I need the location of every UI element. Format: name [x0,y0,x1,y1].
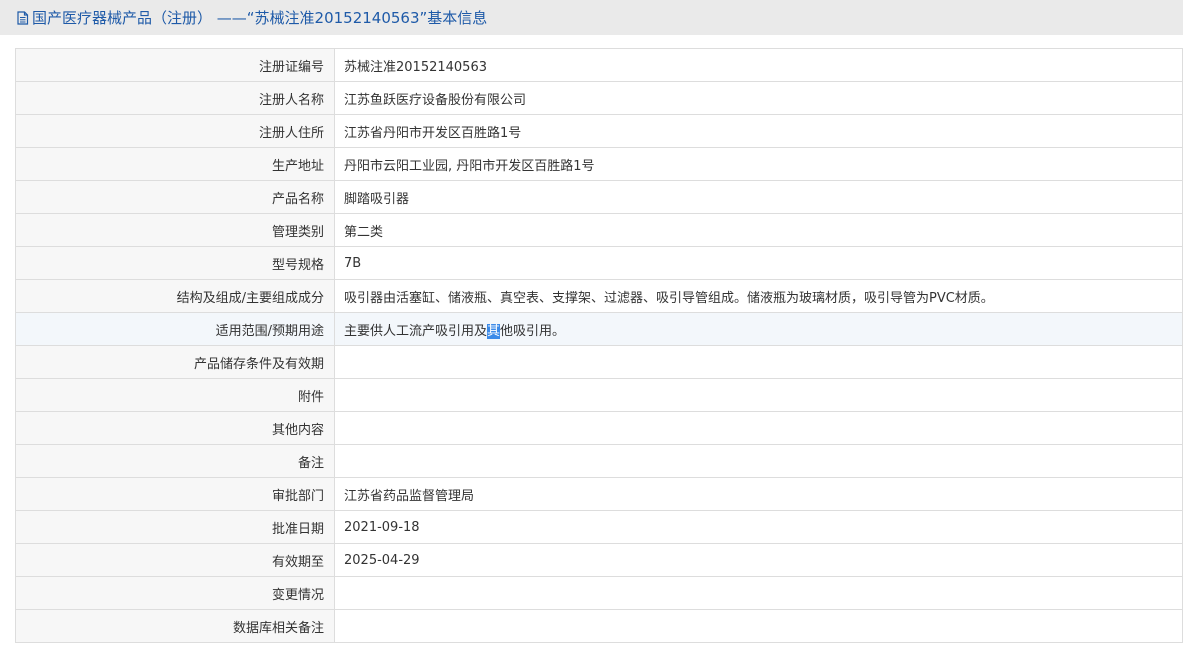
table-row: 产品名称 脚踏吸引器 [15,180,1183,214]
table-row: 结构及组成/主要组成成分 吸引器由活塞缸、储液瓶、真空表、支撑架、过滤器、吸引导… [15,279,1183,313]
row-label: 数据库相关备注 [15,609,335,643]
row-label: 产品名称 [15,180,335,214]
table-row: 数据库相关备注 [15,609,1183,643]
row-label: 有效期至 [15,543,335,577]
row-value: 2021-09-18 [334,510,1183,544]
table-row: 有效期至 2025-04-29 [15,543,1183,577]
row-label: 管理类别 [15,213,335,247]
row-value [334,609,1183,643]
row-value [334,411,1183,445]
row-value: 7B [334,246,1183,280]
row-value[interactable]: 主要供人工流产吸引用及其他吸引用。 [334,312,1183,346]
row-value: 江苏省药品监督管理局 [334,477,1183,511]
page-title: 国产医疗器械产品（注册） ——“苏械注准20152140563”基本信息 [32,9,488,27]
page-header: 国产医疗器械产品（注册） ——“苏械注准20152140563”基本信息 [0,0,1183,35]
row-label: 生产地址 [15,147,335,181]
row-value: 苏械注准20152140563 [334,48,1183,82]
row-value [334,345,1183,379]
row-value [334,444,1183,478]
row-label: 其他内容 [15,411,335,445]
row-value [334,378,1183,412]
table-row: 其他内容 [15,411,1183,445]
table-row: 备注 [15,444,1183,478]
row-label: 注册人名称 [15,81,335,115]
table-row: 审批部门 江苏省药品监督管理局 [15,477,1183,511]
table-row: 批准日期 2021-09-18 [15,510,1183,544]
table-row: 注册证编号 苏械注准20152140563 [15,48,1183,82]
row-label: 适用范围/预期用途 [15,312,335,346]
row-label: 附件 [15,378,335,412]
row-value: 丹阳市云阳工业园, 丹阳市开发区百胜路1号 [334,147,1183,181]
row-value [334,576,1183,610]
row-value: 江苏鱼跃医疗设备股份有限公司 [334,81,1183,115]
table-row: 型号规格 7B [15,246,1183,280]
row-value: 吸引器由活塞缸、储液瓶、真空表、支撑架、过滤器、吸引导管组成。储液瓶为玻璃材质，… [334,279,1183,313]
table-row: 产品储存条件及有效期 [15,345,1183,379]
info-table: 注册证编号 苏械注准20152140563 注册人名称 江苏鱼跃医疗设备股份有限… [15,48,1183,643]
row-label: 型号规格 [15,246,335,280]
table-row: 注册人名称 江苏鱼跃医疗设备股份有限公司 [15,81,1183,115]
row-value: 第二类 [334,213,1183,247]
document-icon [16,10,29,25]
table-row: 生产地址 丹阳市云阳工业园, 丹阳市开发区百胜路1号 [15,147,1183,181]
row-value: 脚踏吸引器 [334,180,1183,214]
row-label: 变更情况 [15,576,335,610]
row-value: 江苏省丹阳市开发区百胜路1号 [334,114,1183,148]
row-label: 注册证编号 [15,48,335,82]
row-label: 审批部门 [15,477,335,511]
table-row: 管理类别 第二类 [15,213,1183,247]
value-text: 主要供人工流产吸引用及 [344,323,488,339]
row-label: 备注 [15,444,335,478]
table-row: 变更情况 [15,576,1183,610]
value-text: 他吸引用。 [500,323,566,339]
row-label: 注册人住所 [15,114,335,148]
row-value: 2025-04-29 [334,543,1183,577]
table-row: 注册人住所 江苏省丹阳市开发区百胜路1号 [15,114,1183,148]
row-label: 批准日期 [15,510,335,544]
text-selection[interactable]: 其 [487,323,501,339]
row-label: 结构及组成/主要组成成分 [15,279,335,313]
table-row: 适用范围/预期用途 主要供人工流产吸引用及其他吸引用。 [15,312,1183,346]
table-row: 附件 [15,378,1183,412]
row-label: 产品储存条件及有效期 [15,345,335,379]
